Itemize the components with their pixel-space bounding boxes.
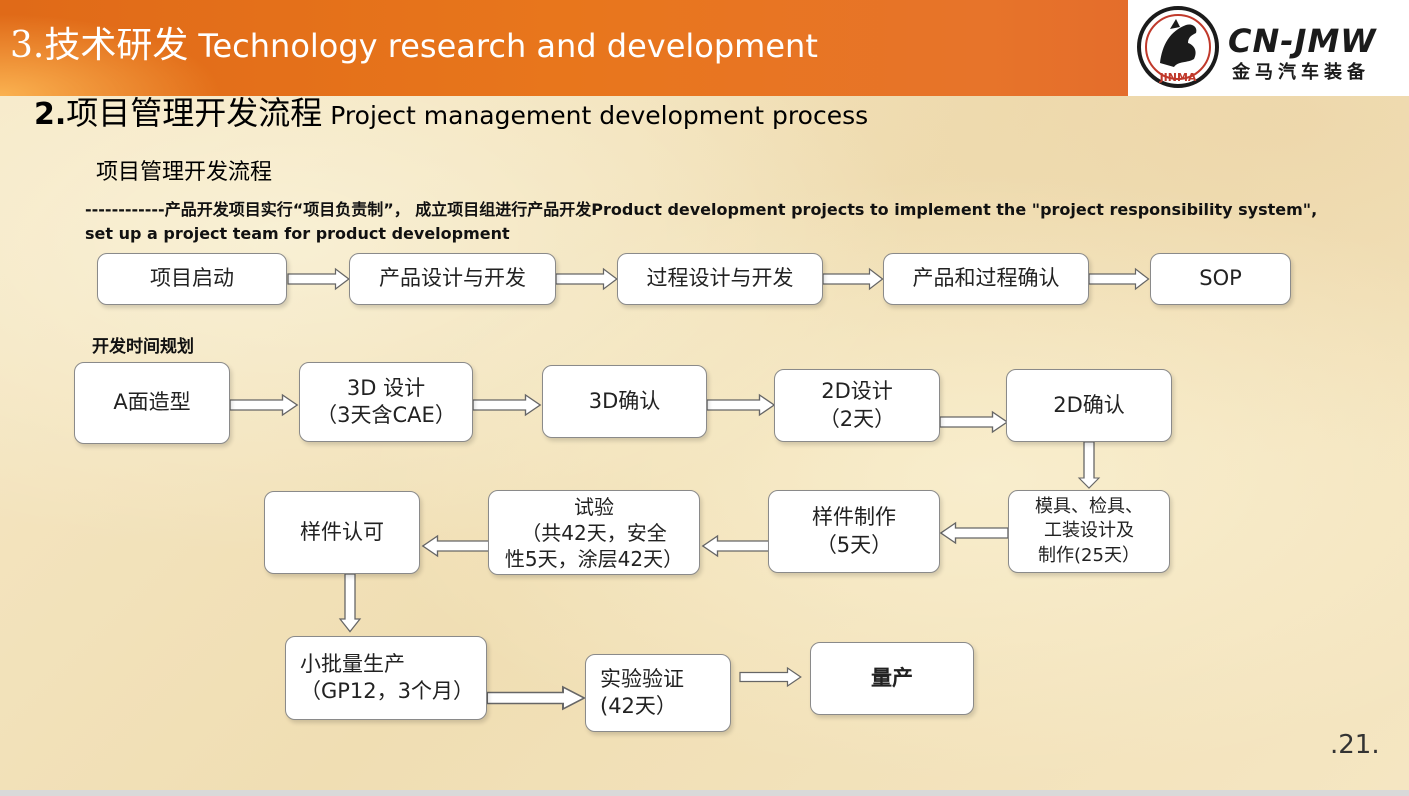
header-title: 3.技术研发 Technology research and developmen… <box>10 16 818 68</box>
step-label: 2D确认 <box>1053 392 1125 417</box>
step-label: 模具、检具、 工装设计及 制作(25天） <box>1035 496 1143 566</box>
flow-step-label: 过程设计与开发 <box>646 266 794 291</box>
flow-step-validation: 产品和过程确认 <box>883 253 1089 305</box>
flow-step-label: 产品和过程确认 <box>912 266 1060 291</box>
step-label: 实验验证 (42天） <box>600 666 684 718</box>
step-label: 样件认可 <box>300 519 384 544</box>
horse-logo-icon: JINMA <box>1137 6 1219 88</box>
footer-bar <box>0 790 1409 796</box>
logo-text-en: CN-JMW <box>1228 22 1377 60</box>
section-title-en: Project management development process <box>330 101 869 130</box>
flow-step-label: 项目启动 <box>150 266 234 291</box>
description-text: ------------产品开发项目实行“项目负责制”， 成立项目组进行产品开发… <box>85 200 1318 243</box>
plan-label: 开发时间规划 <box>92 337 194 357</box>
section-title: 2.项目管理开发流程 Project management development… <box>34 94 934 133</box>
section-title-cn: 项目管理开发流程 <box>66 94 323 132</box>
logo-text-cn: 金马汽车装备 <box>1232 62 1370 83</box>
step-sample-making: 样件制作 （5天） <box>768 490 940 573</box>
step-2d-design: 2D设计 （2天） <box>774 369 940 442</box>
step-label: 3D确认 <box>588 388 661 413</box>
flow-step-project-start: 项目启动 <box>97 253 287 305</box>
logo-badge-text: JINMA <box>1159 71 1197 84</box>
step-label: 3D 设计 （3天含CAE） <box>316 375 456 427</box>
header-bar: 3.技术研发 Technology research and developmen… <box>0 0 1409 96</box>
step-label: 小批量生产 （GP12，3个月） <box>300 651 475 703</box>
sub-title: 项目管理开发流程 <box>96 160 273 185</box>
company-logo: JINMA CN-JMW 金马汽车装备 <box>1128 0 1409 96</box>
step-sample-approval: 样件认可 <box>264 491 420 574</box>
flow-step-sop: SOP <box>1150 253 1291 305</box>
flow-step-label: SOP <box>1199 266 1242 291</box>
step-small-batch: 小批量生产 （GP12，3个月） <box>285 636 487 720</box>
section-number: 2. <box>34 97 67 132</box>
step-label: 2D设计 （2天） <box>818 379 896 431</box>
step-verification: 实验验证 (42天） <box>585 654 731 732</box>
step-test: 试验 （共42天，安全 性5天，涂层42天） <box>488 490 700 575</box>
step-a-surface: A面造型 <box>74 362 230 444</box>
flow-step-label: 产品设计与开发 <box>379 266 526 291</box>
step-2d-confirm: 2D确认 <box>1006 369 1172 442</box>
step-label: 量产 <box>871 665 913 690</box>
flow-step-process-design: 过程设计与开发 <box>617 253 823 305</box>
flow-step-product-design: 产品设计与开发 <box>349 253 556 305</box>
step-3d-design: 3D 设计 （3天含CAE） <box>299 362 473 442</box>
step-label: 样件制作 （5天） <box>812 505 896 557</box>
header-title-en: Technology research and development <box>198 27 818 65</box>
step-label: A面造型 <box>113 390 191 415</box>
header-title-cn: 3.技术研发 <box>10 25 189 66</box>
step-3d-confirm: 3D确认 <box>542 365 707 438</box>
step-label: 试验 （共42天，安全 性5天，涂层42天） <box>504 494 684 571</box>
page-number: .21. <box>1330 730 1380 760</box>
step-tooling: 模具、检具、 工装设计及 制作(25天） <box>1008 490 1170 573</box>
step-mass-production: 量产 <box>810 642 974 715</box>
